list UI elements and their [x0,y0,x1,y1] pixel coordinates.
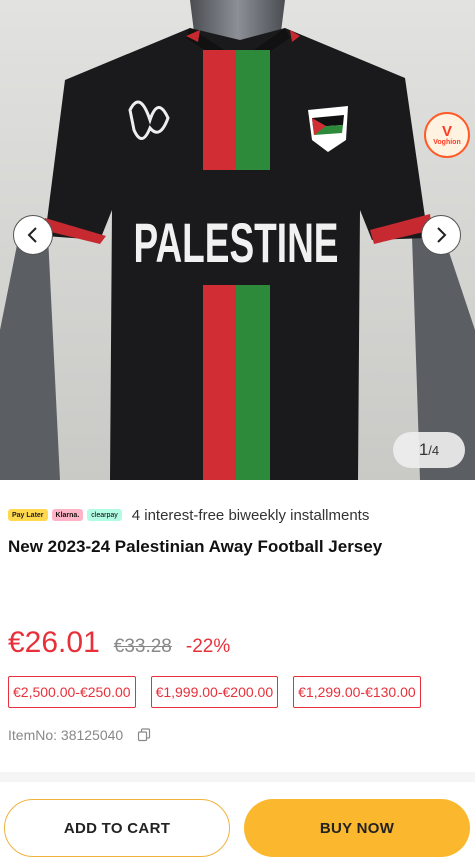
jersey-print-text: PALESTINE [134,211,339,274]
price-tier-option[interactable]: €1,999.00-€200.00 [150,676,279,708]
paypal-pay-later-logo: Pay Later [8,509,48,521]
installments-text: 4 interest-free biweekly installments [131,506,370,524]
buy-now-button[interactable]: BUY NOW [244,799,470,857]
image-counter-current: 1 [418,440,429,459]
chevron-right-icon [437,227,447,243]
item-number: ItemNo: 38125040 [8,727,124,743]
next-image-button[interactable] [421,215,461,255]
previous-image-button[interactable] [13,215,53,255]
price-tier-option[interactable]: €2,500.00-€250.00 [8,676,136,708]
copy-icon[interactable] [137,728,151,742]
chevron-left-icon [27,227,37,243]
product-image-gallery[interactable]: PALESTINE V Voghion 1 / 4 [0,0,475,480]
add-to-cart-button[interactable]: ADD TO CART [4,799,230,857]
section-divider [0,772,475,782]
discount-percent: -22% [185,636,231,657]
promo-badge[interactable]: V Voghion [424,112,470,158]
image-counter-total: 4 [431,442,440,458]
price-row: €26.01 €33.28 -22% [8,626,230,660]
image-counter: 1 / 4 [393,432,465,468]
promo-badge-label: Voghion [433,139,461,146]
price-tiers: €2,500.00-€250.00 €1,999.00-€200.00 €1,2… [8,676,436,708]
original-price: €33.28 [113,636,172,657]
current-price: €26.01 [8,626,100,659]
price-tier-option[interactable]: €1,299.00-€130.00 [293,676,421,708]
klarna-logo: Klarna. [51,509,84,521]
installments-row[interactable]: Pay Later Klarna. clearpay 4 interest-fr… [8,506,369,524]
product-photo: PALESTINE [0,0,475,480]
item-number-row: ItemNo: 38125040 [8,727,151,743]
promo-badge-logo-icon: V [441,123,452,140]
product-title: New 2023-24 Palestinian Away Football Je… [8,537,383,556]
clearpay-logo: clearpay [87,509,122,521]
